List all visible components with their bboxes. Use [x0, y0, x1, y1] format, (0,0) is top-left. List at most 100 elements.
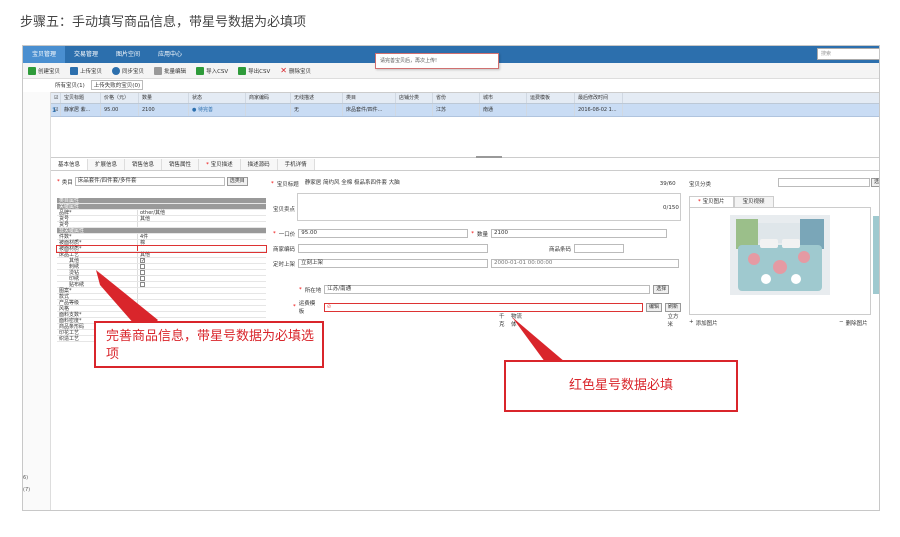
- cell-category: 床品套件/四件...: [343, 104, 396, 116]
- barcode-input[interactable]: [574, 244, 625, 253]
- property-value[interactable]: [137, 312, 266, 317]
- add-picture-button[interactable]: + 添加图片: [689, 319, 718, 327]
- property-key: 关键属性: [59, 204, 80, 210]
- property-key: 图案*: [59, 288, 72, 294]
- timing-date-input[interactable]: 2000-01-01 00:00:00: [491, 259, 680, 268]
- location-select-button[interactable]: 选择: [653, 285, 670, 294]
- header-price[interactable]: 价格（元）: [101, 93, 139, 103]
- property-value[interactable]: [137, 288, 266, 293]
- header-wireless[interactable]: 无线描述: [291, 93, 343, 103]
- qty-input[interactable]: 2100: [491, 229, 668, 238]
- create-button[interactable]: 创建宝贝: [23, 64, 65, 78]
- property-key: 款式: [59, 294, 70, 300]
- property-key: 货号: [59, 216, 70, 222]
- header-modified[interactable]: 最后修改时间: [575, 93, 623, 103]
- cell-shop-cat: [396, 104, 433, 116]
- property-value[interactable]: [137, 294, 266, 299]
- header-title[interactable]: 宝贝标题: [61, 93, 101, 103]
- tab-extended-info[interactable]: 扩展信息: [88, 159, 126, 170]
- property-value[interactable]: [137, 306, 266, 311]
- menu-item-products[interactable]: 宝贝管理: [23, 46, 66, 63]
- shop-category-label: 宝贝分类: [689, 182, 712, 188]
- cell-title: 静家居 紫...: [61, 104, 101, 116]
- property-key: 其他: [69, 258, 80, 264]
- header-province[interactable]: 省份: [433, 93, 480, 103]
- menu-item-trade[interactable]: 交易管理: [65, 46, 107, 63]
- checkbox[interactable]: [140, 264, 145, 269]
- cell-city: 南通: [480, 104, 527, 116]
- property-value[interactable]: [137, 246, 266, 251]
- property-key: 床品工艺: [59, 252, 80, 258]
- location-select[interactable]: 江苏/南通: [324, 285, 651, 294]
- timing-select[interactable]: 立刻上架: [298, 259, 489, 268]
- header-qty[interactable]: 数量: [139, 93, 189, 103]
- tab-sales-attr[interactable]: 销售属性: [162, 159, 200, 170]
- required-star: *: [299, 286, 302, 293]
- tab-sales-info[interactable]: 销售信息: [125, 159, 163, 170]
- shop-category-button[interactable]: 选: [871, 178, 879, 187]
- tab-mobile-detail[interactable]: 手机详情: [277, 159, 315, 170]
- title-label: 宝贝标题: [276, 181, 299, 188]
- property-value[interactable]: 棉: [137, 240, 266, 246]
- title-input[interactable]: 静家居 简约风 全棉 极品系四件套 大脑: [301, 179, 657, 188]
- minus-icon: −: [839, 319, 844, 325]
- upload-button[interactable]: 上传宝贝: [65, 64, 107, 78]
- tab-desc-source[interactable]: 描述源码: [240, 159, 278, 170]
- freight-select[interactable]: ⊘: [323, 302, 644, 312]
- required-star: *: [293, 304, 296, 310]
- selling-point-input[interactable]: [297, 193, 681, 221]
- property-value[interactable]: 其他: [137, 252, 266, 258]
- checkbox[interactable]: ✓: [140, 258, 145, 264]
- category-input[interactable]: 床品套件/四件套/多件套: [74, 177, 225, 186]
- search-input[interactable]: 搜索: [817, 48, 879, 60]
- price-row: * 一口价 95.00 * 数量 2100: [273, 229, 668, 238]
- shop-category-input[interactable]: [778, 178, 870, 187]
- export-csv-button[interactable]: 导出CSV: [233, 64, 275, 78]
- header-select[interactable]: ☑: [51, 93, 61, 103]
- checkbox[interactable]: [140, 276, 145, 281]
- delete-picture-button[interactable]: − 删除图片: [839, 319, 868, 327]
- checkbox[interactable]: [140, 270, 145, 275]
- qty-label: 数量: [477, 231, 489, 238]
- code-input[interactable]: [298, 244, 489, 253]
- select-category-button[interactable]: 选类目: [226, 177, 248, 186]
- header-shop-cat[interactable]: 店铺分类: [396, 93, 433, 103]
- property-value[interactable]: [137, 300, 266, 305]
- menu-item-apps[interactable]: 应用中心: [149, 46, 191, 63]
- header-code[interactable]: 商家编码: [246, 93, 291, 103]
- menu-item-images[interactable]: 图片空间: [107, 46, 149, 63]
- header-category[interactable]: 类目: [343, 93, 396, 103]
- property-key: 被面材质*: [59, 246, 82, 252]
- property-key: 刺绣: [69, 264, 80, 270]
- property-value[interactable]: [137, 222, 266, 227]
- tab-description[interactable]: * 宝贝描述: [199, 159, 241, 170]
- tab-basic-info[interactable]: 基本信息: [51, 159, 89, 170]
- property-value[interactable]: other/其他: [137, 210, 266, 216]
- splitter-handle[interactable]: [476, 156, 502, 158]
- freight-refresh-button[interactable]: 刷新: [665, 302, 682, 312]
- code-row: 商家编码 商品条码: [273, 244, 625, 253]
- property-value: [137, 282, 266, 287]
- property-value[interactable]: 4件: [137, 234, 266, 240]
- table-row[interactable]: ☑ 静家居 紫... 95.00 2100 ● 待完善 无 床品套件/四件...…: [51, 104, 879, 117]
- export-icon: [238, 66, 247, 75]
- header-freight[interactable]: 运费模板: [527, 93, 575, 103]
- checkbox[interactable]: [140, 282, 145, 287]
- product-image[interactable]: [730, 215, 830, 295]
- header-status[interactable]: 状态: [189, 93, 246, 103]
- freight-edit-button[interactable]: 编辑: [646, 302, 663, 312]
- batch-edit-button[interactable]: 批量编辑: [149, 64, 191, 78]
- cell-modified: 2016-08-02 1...: [575, 104, 623, 116]
- plus-icon: +: [689, 319, 694, 325]
- tab-upload-failed[interactable]: 上传失败的宝贝(0): [90, 80, 144, 90]
- filter-tabs: 所有宝贝(1) 上传失败的宝贝(0): [23, 79, 879, 91]
- delete-button[interactable]: ✕ 删除宝贝: [275, 64, 316, 78]
- sync-button[interactable]: 同步宝贝: [107, 64, 149, 78]
- cell-qty: 2100: [139, 104, 189, 116]
- header-city[interactable]: 城市: [480, 93, 527, 103]
- price-input[interactable]: 95.00: [298, 229, 469, 238]
- import-csv-button[interactable]: 导入CSV: [191, 64, 233, 78]
- tab-all-products[interactable]: 所有宝贝(1): [53, 81, 87, 89]
- property-value[interactable]: 其他: [137, 216, 266, 222]
- cell-status: ● 待完善: [189, 104, 246, 116]
